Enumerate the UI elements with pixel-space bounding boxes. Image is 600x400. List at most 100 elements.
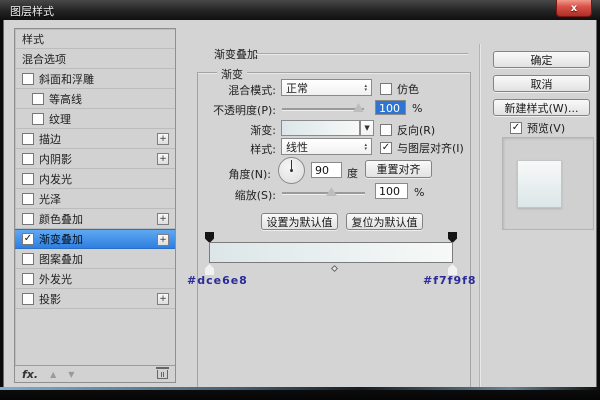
style-select[interactable]: 线性 ▴▾ [281,138,372,155]
reverse-checkbox[interactable] [380,124,392,136]
preview-label: 预览(V) [527,120,565,136]
add-instance-icon[interactable]: + [157,133,169,145]
angle-dial[interactable] [278,157,305,184]
add-instance-icon[interactable]: + [157,153,169,165]
sidebar-item-label: 外发光 [39,271,72,287]
reset-alignment-label: 重置对齐 [377,161,421,177]
scale-slider[interactable] [282,192,365,195]
sidebar-item-label: 等高线 [49,91,82,107]
sidebar-item-label: 内阴影 [39,151,72,167]
new-style-label: 新建样式(W)... [505,100,579,116]
sidebar-item-4[interactable]: 纹理 [15,109,175,129]
effect-checkbox[interactable] [22,193,34,205]
blend-mode-value: 正常 [286,80,308,96]
preview-checkbox[interactable] [510,122,522,134]
sidebar-item-7[interactable]: 内发光 [15,169,175,189]
sidebar-item-8[interactable]: 光泽 [15,189,175,209]
close-icon: x [571,3,577,14]
effect-checkbox[interactable] [22,293,34,305]
cancel-button[interactable]: 取消 [493,75,590,92]
effect-checkbox[interactable] [22,273,34,285]
sidebar-item-9[interactable]: 颜色叠加 + [15,209,175,229]
sidebar-item-11[interactable]: 图案叠加 [15,249,175,269]
sidebar-item-1[interactable]: 混合选项 [15,49,175,69]
angle-field[interactable]: 90 [311,162,342,178]
effect-checkbox[interactable] [32,93,44,105]
opacity-unit: % [412,102,424,115]
style-list: 样式混合选项斜面和浮雕等高线纹理描边 + 内阴影 + 内发光光泽颜色叠加 + 渐变叠加 + 图案… [14,28,176,383]
gradient-bar[interactable] [209,242,453,263]
dither-label: 仿色 [397,81,419,97]
new-style-button[interactable]: 新建样式(W)... [493,99,590,116]
dither-checkbox[interactable] [380,83,392,95]
chevron-down-icon: ▼ [364,124,369,132]
style-label: 样式: [204,141,276,157]
blend-mode-select[interactable]: 正常 ▴▾ [281,79,372,96]
sidebar-item-0[interactable]: 样式 [15,29,175,49]
delete-effect-icon[interactable] [157,370,168,379]
window-title: 图层样式 [10,3,54,19]
opacity-slider[interactable] [282,108,364,111]
sidebar-item-10[interactable]: 渐变叠加 + [15,229,175,249]
section-title: 渐变叠加 [214,46,258,62]
panel-divider [479,44,480,400]
scale-label: 缩放(S): [204,187,276,203]
fx-icon[interactable]: fx. [22,368,38,381]
move-down-icon[interactable]: ▼ [68,370,74,379]
effect-checkbox[interactable] [22,133,34,145]
scale-unit: % [414,186,426,199]
reset-alignment-button[interactable]: 重置对齐 [365,160,432,178]
spinner-icon: ▴▾ [364,143,367,151]
effect-checkbox[interactable] [22,73,34,85]
add-instance-icon[interactable]: + [157,234,169,246]
cancel-label: 取消 [531,76,553,92]
style-value: 线性 [286,139,308,155]
sidebar-item-5[interactable]: 描边 + [15,129,175,149]
gradient-start-hex-label: #dce6e8 [187,274,248,287]
sidebar-item-label: 描边 [39,131,61,147]
effect-checkbox[interactable] [22,153,34,165]
sidebar-item-label: 投影 [39,291,61,307]
sidebar-item-label: 渐变叠加 [39,231,83,247]
angle-label: 角度(N): [199,166,271,182]
set-default-button[interactable]: 设置为默认值 [261,213,338,230]
scale-field[interactable]: 100 [375,183,408,199]
window-bottom-glow [0,387,600,390]
title-bar[interactable]: 图层样式 x [0,0,600,20]
dither-checkbox-row[interactable]: 仿色 [380,81,419,97]
effect-checkbox[interactable] [22,253,34,265]
ok-button[interactable]: 确定 [493,51,590,68]
ok-label: 确定 [531,52,553,68]
align-with-layer-checkbox[interactable] [380,142,392,154]
blend-mode-label: 混合模式: [199,82,276,98]
sidebar-item-label: 光泽 [39,191,61,207]
effect-checkbox[interactable] [22,213,34,225]
sidebar-item-3[interactable]: 等高线 [15,89,175,109]
effect-checkbox[interactable] [22,173,34,185]
reset-default-label: 复位为默认值 [352,214,418,230]
move-up-icon[interactable]: ▲ [50,370,56,379]
sidebar-item-13[interactable]: 投影 + [15,289,175,309]
preview-swatch [517,160,562,208]
gradient-swatch[interactable] [281,120,360,136]
opacity-field[interactable]: 100 [375,100,406,115]
set-default-label: 设置为默认值 [267,214,333,230]
close-button[interactable]: x [556,0,592,17]
effect-checkbox[interactable] [32,113,44,125]
sidebar-item-label: 图案叠加 [39,251,83,267]
sidebar-item-12[interactable]: 外发光 [15,269,175,289]
effect-checkbox[interactable] [22,233,34,245]
add-instance-icon[interactable]: + [157,213,169,225]
sidebar-item-6[interactable]: 内阴影 + [15,149,175,169]
reset-default-button[interactable]: 复位为默认值 [346,213,423,230]
opacity-label: 不透明度(P): [194,102,276,118]
gradient-group-label: 渐变 [217,66,247,82]
preview-checkbox-row[interactable]: 预览(V) [510,120,565,136]
align-checkbox-row[interactable]: 与图层对齐(I) [380,140,464,156]
add-instance-icon[interactable]: + [157,293,169,305]
sidebar-item-label: 颜色叠加 [39,211,83,227]
angle-center-dot [290,169,293,172]
sidebar-item-2[interactable]: 斜面和浮雕 [15,69,175,89]
gradient-picker-button[interactable]: ▼ [360,120,374,136]
reverse-checkbox-row[interactable]: 反向(R) [380,122,435,138]
